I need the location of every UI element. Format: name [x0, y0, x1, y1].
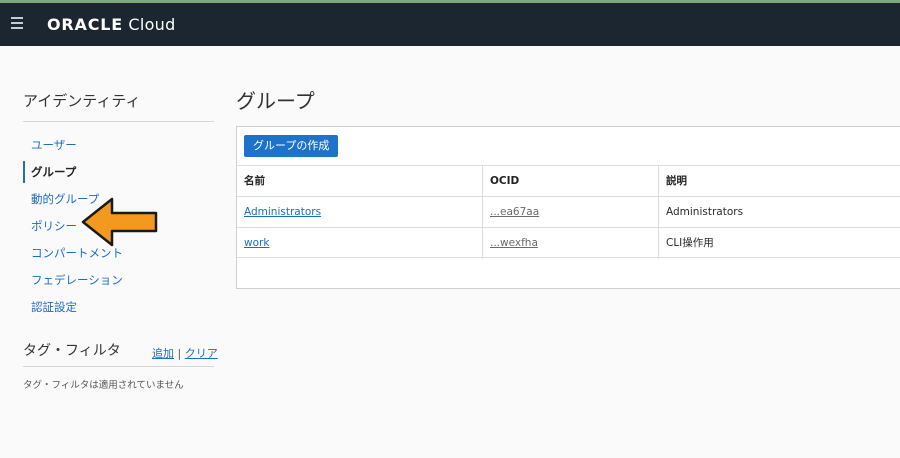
ocid-cell: ...ea67aa — [482, 197, 658, 228]
page-title: グループ — [236, 89, 315, 113]
sidebar-title: アイデンティティ — [23, 92, 141, 110]
table-row: Administrators ...ea67aa Administrators — [237, 196, 900, 228]
sidebar-item-auth-settings[interactable]: 認証設定 — [23, 296, 214, 323]
hamburger-menu-icon[interactable] — [11, 17, 23, 29]
sidebar-divider — [23, 121, 214, 122]
groups-table: 名前 OCID 説明 Administrators ...ea67aa Admi… — [237, 165, 900, 259]
column-header-ocid[interactable]: OCID — [482, 166, 658, 197]
table-header-row: 名前 OCID 説明 — [237, 165, 900, 197]
ocid-cell: ...wexfha — [482, 228, 658, 259]
oracle-cloud-logo[interactable]: ORACLE Cloud — [47, 15, 176, 34]
description-cell: Administrators — [658, 197, 900, 228]
logo-brand: ORACLE — [47, 15, 123, 34]
tag-filter-links: 追加 | クリア — [152, 345, 218, 361]
column-header-description[interactable]: 説明 — [658, 166, 900, 197]
groups-panel: グループの作成 名前 OCID 説明 Administrators ...ea6… — [236, 126, 900, 289]
group-name-cell: work — [237, 228, 482, 259]
top-header: ORACLE Cloud — [0, 0, 900, 46]
description-cell: CLI操作用 — [658, 228, 900, 259]
sidebar-item-users[interactable]: ユーザー — [23, 134, 214, 161]
tag-filter-title: タグ・フィルタ — [23, 343, 121, 359]
ocid-link[interactable]: ...ea67aa — [490, 206, 539, 218]
group-name-link[interactable]: Administrators — [244, 206, 321, 218]
tag-filter-separator: | — [177, 347, 182, 360]
orange-arrow-left-icon — [81, 197, 158, 247]
tag-filter-divider — [23, 366, 214, 367]
tag-filter-clear-link[interactable]: クリア — [185, 347, 218, 360]
table-row: work ...wexfha CLI操作用 — [237, 227, 900, 259]
logo-product: Cloud — [128, 15, 176, 34]
tag-filter-empty-text: タグ・フィルタは適用されていません — [23, 380, 184, 391]
tag-filter-add-link[interactable]: 追加 — [152, 347, 174, 360]
group-name-cell: Administrators — [237, 197, 482, 228]
create-group-button[interactable]: グループの作成 — [244, 135, 339, 157]
sidebar-item-groups[interactable]: グループ — [23, 161, 214, 188]
column-header-name[interactable]: 名前 — [237, 166, 482, 197]
sidebar-item-federation[interactable]: フェデレーション — [23, 269, 214, 296]
group-name-link[interactable]: work — [244, 237, 269, 249]
ocid-link[interactable]: ...wexfha — [490, 237, 538, 249]
